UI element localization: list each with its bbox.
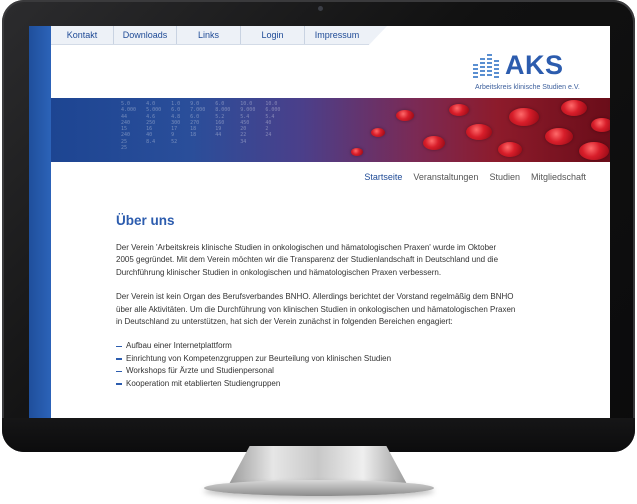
main-content: Über uns Der Verein 'Arbeitskreis klinis… [116,213,516,390]
top-navigation: Kontakt Downloads Links Login Impressum [51,26,369,45]
nav-link-links[interactable]: Links [177,26,241,44]
activities-list: Aufbau einer Internetplattform Einrichtu… [116,340,516,390]
monitor-base [204,480,434,496]
list-item: Aufbau einer Internetplattform [116,340,516,352]
logo-tagline: Arbeitskreis klinische Studien e.V. [475,84,580,91]
nav-link-login[interactable]: Login [241,26,305,44]
intro-paragraph: Der Verein 'Arbeitskreis klinische Studi… [116,243,499,277]
list-item: Einrichtung von Kompetenzgruppen zur Beu… [116,353,516,365]
dash-icon [116,345,122,348]
banner-data-column: 4.0 5.000 4.6 250 16 40 8.4 [146,101,161,151]
subnav-startseite[interactable]: Startseite [364,172,402,182]
banner-data-column: 10.0 9.000 5.4 450 20 22 34 [240,101,255,151]
banner-data-value: 52 [171,138,178,145]
bnho-paragraph: Der Verein ist kein Organ des Berufsverb… [116,292,516,327]
banner-data-column: 1.0 6.0 4.8 300 17 9 52 [171,101,180,151]
nav-link-impressum[interactable]: Impressum [305,26,369,44]
subnav-mitgliedschaft[interactable]: Mitgliedschaft [531,172,586,182]
section-navigation: Startseite Veranstaltungen Studien Mitgl… [364,172,586,182]
website-screen: Kontakt Downloads Links Login Impressum … [29,26,610,418]
aks-logo[interactable]: AKS Arbeitskreis klinische Studien e.V. [473,50,593,98]
banner-data-value: 34 [240,138,247,145]
banner-data-value: 18 [190,132,197,139]
banner-data-column: 6.0 8.000 5.2 160 19 44 [215,101,230,151]
banner-data-value: 8.4 [146,138,156,145]
dash-icon [116,383,122,385]
header-banner-blood-cells: 5.0 4.000 44 240 15 240 25 25 4.0 5.000 4.6 250 16 40… [51,98,610,162]
banner-data-column: 10.0 6.000 5.4 40 2 24 [265,101,280,151]
banner-data-value: 25 [121,145,128,152]
banner-data-column: 9.0 7.000 6.0 270 18 18 [190,101,205,151]
subnav-studien[interactable]: Studien [489,172,520,182]
page-title: Über uns [116,213,175,228]
left-accent-strip [29,26,51,418]
banner-data-columns: 5.0 4.000 44 240 15 240 25 25 4.0 5.000 4.6 250 16 40… [121,101,280,151]
banner-data-column: 5.0 4.000 44 240 15 240 25 25 [121,101,136,151]
list-item: Workshops für Ärzte und Studienpersonal [116,365,516,377]
logo-bars-icon [473,54,501,78]
subnav-veranstaltungen[interactable]: Veranstaltungen [413,172,478,182]
logo-wordmark: AKS [505,50,564,80]
nav-link-downloads[interactable]: Downloads [114,26,177,44]
nav-tail-decoration [369,26,387,45]
banner-data-value: 44 [215,132,222,139]
camera-icon [318,6,323,11]
dash-icon [116,370,122,373]
nav-link-kontakt[interactable]: Kontakt [51,26,114,44]
list-item: Kooperation mit etablierten Studiengrupp… [116,378,516,390]
dash-icon [116,358,122,360]
banner-data-value: 24 [265,132,272,139]
